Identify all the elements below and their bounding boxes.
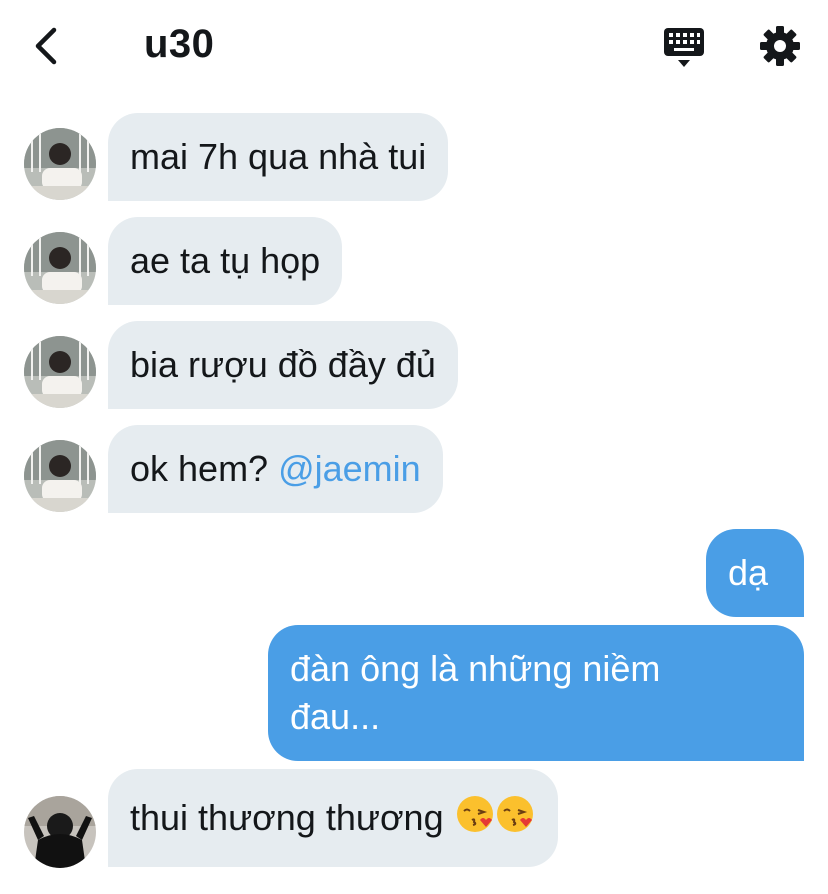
- incoming-message[interactable]: bia rượu đồ đầy đủ: [108, 321, 458, 409]
- chat-header: u30: [0, 0, 828, 92]
- keyboard-button[interactable]: [660, 24, 708, 70]
- avatar-photo: [24, 796, 96, 868]
- gear-icon: [760, 26, 800, 66]
- keyboard-icon: [664, 28, 704, 67]
- outgoing-message[interactable]: dạ: [706, 529, 804, 617]
- avatar-photo: [24, 336, 96, 408]
- conversation-title: u30: [144, 22, 215, 66]
- message-text-line: đàn ông là những niềm: [290, 648, 661, 689]
- user-mention-link[interactable]: @jaemin: [278, 448, 421, 489]
- settings-button[interactable]: [756, 22, 804, 70]
- message-text: dạ: [728, 552, 769, 593]
- kissing-face-emoji: [456, 794, 536, 846]
- incoming-message[interactable]: ae ta tụ họp: [108, 217, 343, 305]
- avatar[interactable]: [24, 232, 96, 304]
- outgoing-message[interactable]: đàn ông là những niềm đau...: [268, 625, 804, 761]
- incoming-message[interactable]: thui thương thương: [108, 769, 558, 867]
- avatar-photo: [24, 440, 96, 512]
- message-text: thui thương thương: [130, 797, 454, 838]
- message-text: ok hem?: [130, 448, 279, 489]
- avatar[interactable]: [24, 336, 96, 408]
- message-text: bia rượu đồ đầy đủ: [130, 344, 436, 385]
- avatar[interactable]: [24, 440, 96, 512]
- chevron-left-icon: [35, 27, 57, 65]
- message-text: mai 7h qua nhà tui: [130, 136, 427, 177]
- message-text: ae ta tụ họp: [130, 240, 321, 281]
- message-text-line: đau...: [290, 696, 381, 737]
- back-button[interactable]: [28, 22, 68, 70]
- avatar-photo: [24, 128, 96, 200]
- avatar[interactable]: [24, 128, 96, 200]
- incoming-message[interactable]: mai 7h qua nhà tui: [108, 113, 449, 201]
- incoming-message[interactable]: ok hem? @jaemin: [108, 425, 443, 513]
- avatar[interactable]: [24, 796, 96, 868]
- avatar-photo: [24, 232, 96, 304]
